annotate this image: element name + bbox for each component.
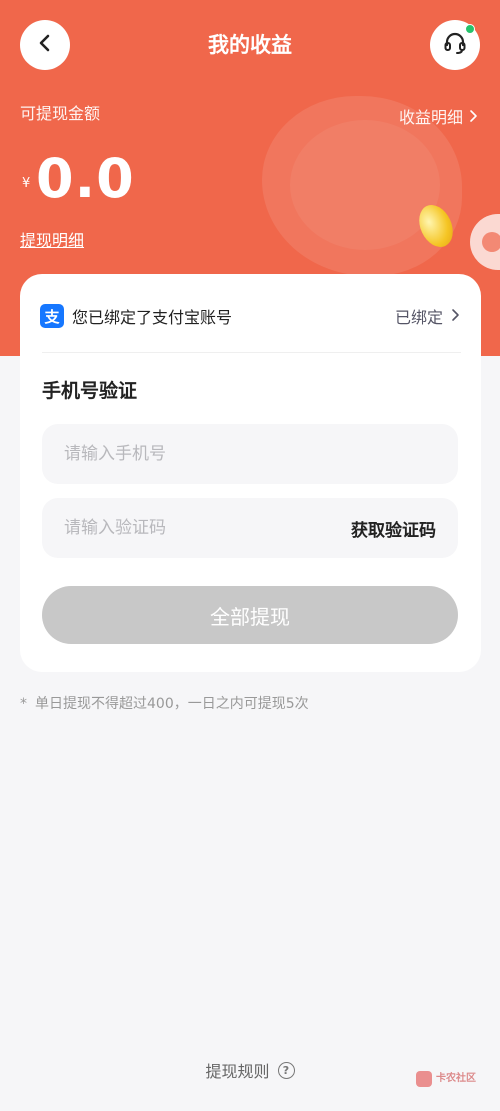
- divider: [42, 352, 461, 353]
- floating-pill-dot: [482, 232, 500, 252]
- available-amount-label: 可提现金额: [20, 104, 101, 123]
- note-text: 单日提现不得超过400，一日之内可提现5次: [35, 696, 309, 712]
- headset-icon: [442, 30, 468, 60]
- earnings-detail-label: 收益明细: [398, 108, 463, 127]
- code-field: 获取验证码: [42, 498, 458, 558]
- watermark-text: 卡农社区: [436, 1073, 476, 1084]
- currency-symbol: ¥: [22, 176, 31, 191]
- question-circle-icon: ?: [277, 1061, 295, 1079]
- mascot-decoration-inner: [290, 120, 440, 250]
- withdraw-card: 支 您已绑定了支付宝账号 已绑定 手机号验证 获取验证码 全部提现: [20, 274, 481, 672]
- chevron-right-icon: [451, 307, 460, 326]
- earnings-detail-link[interactable]: 收益明细: [399, 107, 478, 129]
- phone-input[interactable]: [64, 444, 436, 464]
- withdraw-detail-link[interactable]: 提现明细: [20, 230, 84, 252]
- chevron-right-icon: [469, 107, 478, 129]
- alipay-icon: 支: [40, 304, 64, 328]
- withdraw-all-button[interactable]: 全部提现: [42, 586, 458, 644]
- phone-verify-title: 手机号验证: [42, 380, 138, 402]
- withdraw-rules-label: 提现规则: [205, 1062, 270, 1081]
- get-code-button[interactable]: 获取验证码: [351, 516, 436, 541]
- available-amount: 0.0: [36, 147, 135, 210]
- phone-field: [42, 424, 458, 484]
- verification-code-input[interactable]: [64, 518, 351, 538]
- note-bullet: *: [20, 696, 27, 712]
- alipay-bind-row[interactable]: 支 您已绑定了支付宝账号 已绑定: [40, 298, 460, 334]
- watermark-logo-icon: [416, 1071, 432, 1087]
- page-title: 我的收益: [208, 33, 292, 57]
- withdraw-note: * 单日提现不得超过400，一日之内可提现5次: [20, 694, 309, 714]
- online-status-dot: [465, 24, 475, 34]
- watermark: 卡农社区: [416, 1066, 496, 1092]
- bound-status: 已绑定: [394, 308, 443, 327]
- alipay-bind-text: 您已绑定了支付宝账号: [72, 308, 233, 327]
